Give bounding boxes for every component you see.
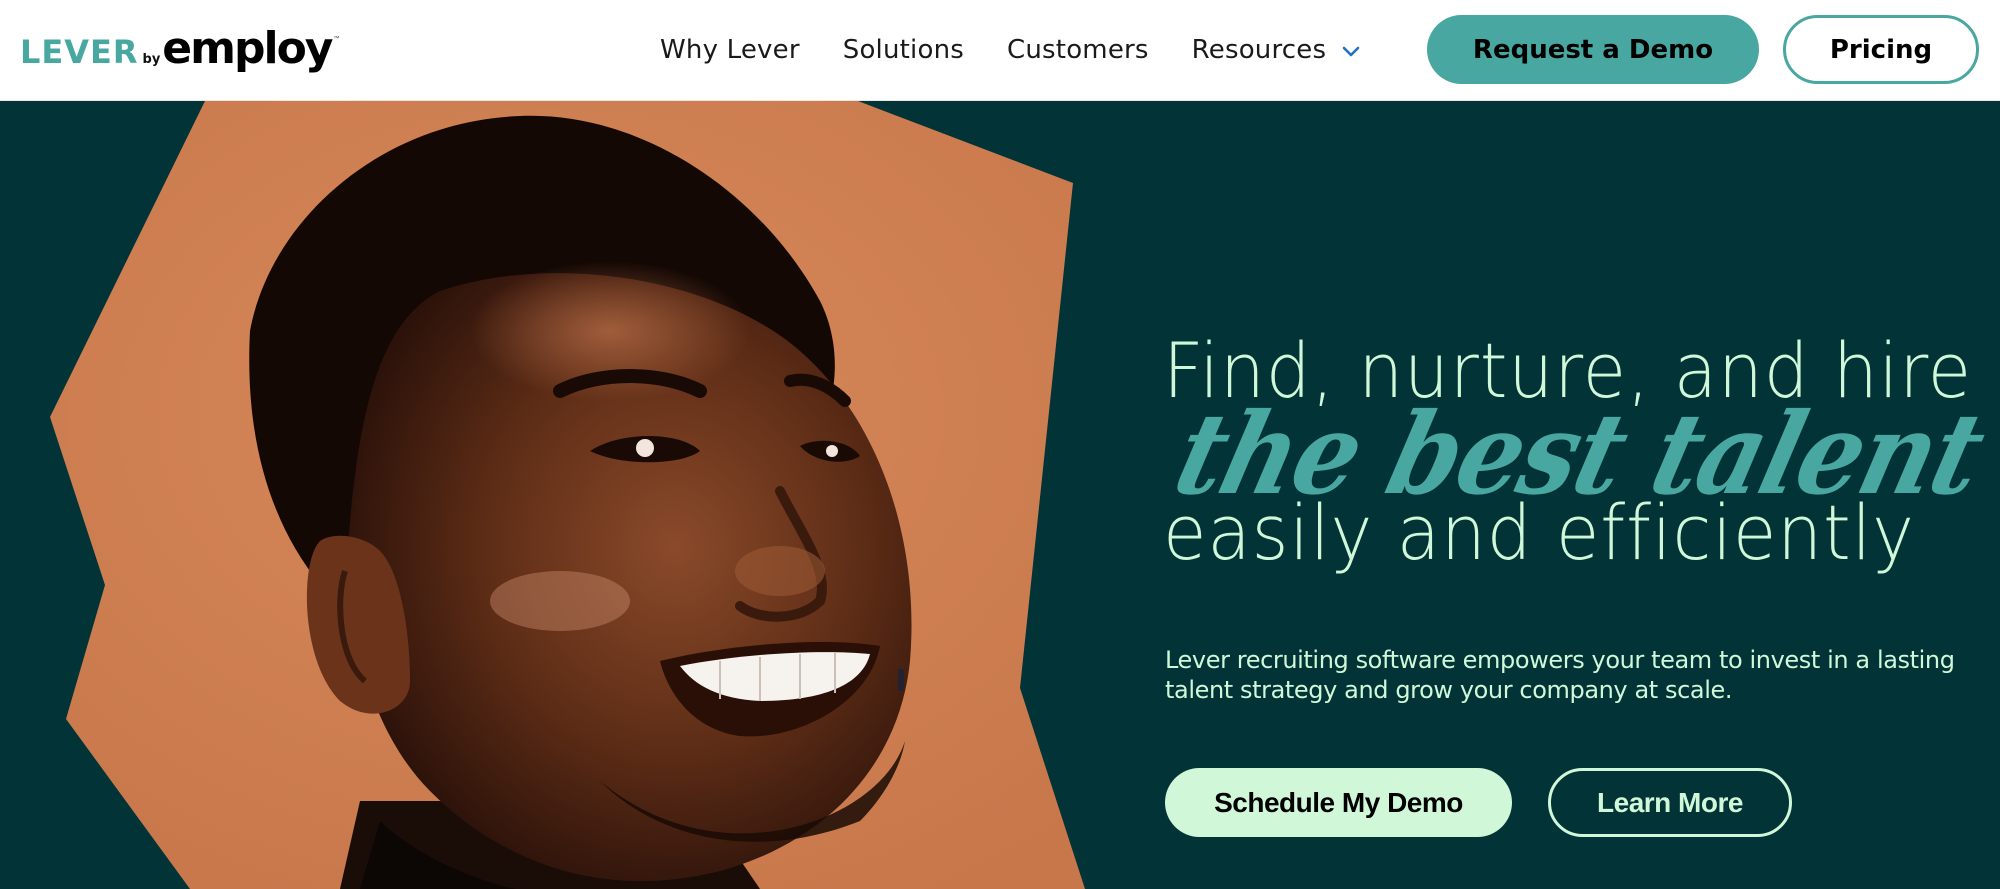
request-demo-button[interactable]: Request a Demo — [1427, 15, 1759, 84]
hero-headline: Find, nurture, and hire the best talent … — [1163, 329, 1995, 577]
hero-subtext: Lever recruiting software empowers your … — [1165, 646, 1955, 704]
nav-solutions[interactable]: Solutions — [843, 35, 964, 65]
logo-by-text: by — [142, 52, 161, 67]
nav-why-lever[interactable]: Why Lever — [660, 35, 800, 65]
site-header: LEVER by employ ™ Why Lever Solutions Cu… — [0, 0, 2000, 101]
nav-solutions-label: Solutions — [842, 35, 965, 65]
nav-customers-label: Customers — [1007, 35, 1149, 65]
nav-resources[interactable]: Resources — [1192, 35, 1363, 65]
schedule-demo-button[interactable]: Schedule My Demo — [1165, 768, 1512, 837]
main-nav: Why Lever Solutions Customers Resources — [660, 0, 1405, 100]
hero-portrait-image — [0, 101, 1100, 889]
pricing-button[interactable]: Pricing — [1783, 15, 1979, 84]
logo-employ-text: employ — [162, 23, 333, 74]
portrait-illustration — [50, 101, 1085, 889]
nav-why-lever-label: Why Lever — [660, 35, 800, 65]
chevron-down-icon — [1340, 39, 1362, 61]
learn-more-button[interactable]: Learn More — [1548, 768, 1792, 837]
logo-lever-text: LEVER — [20, 33, 139, 71]
nav-resources-label: Resources — [1191, 35, 1327, 65]
headline-line-3: easily and efficiently — [1163, 488, 1915, 577]
logo-trademark: ™ — [333, 36, 340, 42]
nav-customers[interactable]: Customers — [1007, 35, 1149, 65]
hero-section: Find, nurture, and hire the best talent … — [0, 101, 2000, 889]
lever-by-employ-logo[interactable]: LEVER by employ ™ — [20, 24, 339, 74]
